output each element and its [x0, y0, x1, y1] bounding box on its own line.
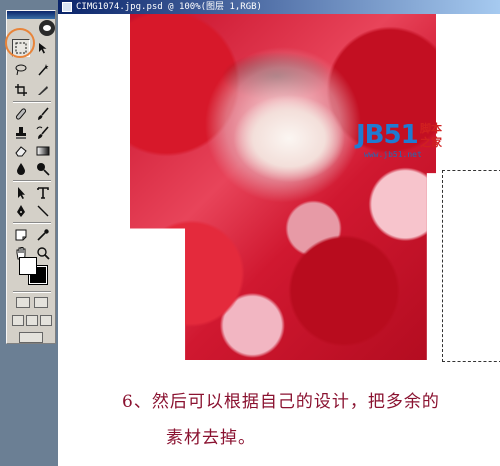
magic-wand-icon — [38, 64, 49, 76]
arrow-icon — [18, 187, 25, 199]
slice-icon — [38, 86, 48, 95]
history-brush-icon — [36, 126, 49, 139]
eraser-tool[interactable] — [12, 142, 30, 160]
watermark-brand: JB51 — [356, 120, 419, 150]
clone-stamp-tool[interactable] — [12, 124, 30, 142]
move-icon — [39, 43, 47, 54]
full-screen-menu-mode-button[interactable] — [26, 315, 38, 326]
notes-icon — [15, 229, 27, 241]
document-title: CIMG1074.jpg.psd @ 100%(图层 1,RGB) — [76, 2, 262, 12]
toolbox-divider — [13, 101, 51, 103]
brush-tool[interactable] — [34, 105, 52, 123]
magic-wand-tool[interactable] — [34, 61, 52, 79]
bandage-icon — [15, 108, 27, 120]
full-screen-mode-button[interactable] — [40, 315, 52, 326]
dodge-icon — [37, 163, 50, 176]
notes-tool[interactable] — [12, 226, 30, 244]
pen-icon — [17, 205, 25, 217]
lasso-icon — [15, 64, 27, 76]
toolbox-divider — [13, 291, 51, 293]
jump-to-imageready-button[interactable] — [19, 332, 43, 343]
crop-icon — [15, 84, 27, 96]
healing-brush-tool[interactable] — [12, 105, 30, 123]
quick-mask-mode-button[interactable] — [34, 297, 48, 308]
pen-tool[interactable] — [12, 202, 30, 220]
watermark-url: www.jb51.net — [364, 150, 422, 159]
drop-icon — [17, 163, 25, 175]
type-tool[interactable] — [34, 184, 52, 202]
zoom-icon — [37, 247, 50, 260]
document-titlebar[interactable]: CIMG1074.jpg.psd @ 100%(图层 1,RGB) — [58, 0, 500, 14]
photoshop-workspace: CIMG1074.jpg.psd @ 100%(图层 1,RGB) JB51 脚… — [0, 0, 500, 466]
eyedropper-icon — [37, 229, 49, 241]
toolbox-titlebar[interactable] — [7, 11, 55, 19]
toolbox-divider — [13, 222, 51, 224]
stamp-icon — [16, 127, 26, 139]
marquee-selection — [442, 170, 500, 362]
photoshop-eye-icon[interactable] — [39, 20, 55, 36]
tutorial-caption: 6、然后可以根据自己的设计，把多余的 素材去掉。 — [122, 384, 500, 456]
toolbox-divider — [13, 180, 51, 182]
standard-mode-button[interactable] — [16, 297, 30, 308]
standard-screen-mode-button[interactable] — [12, 315, 24, 326]
crop-tool[interactable] — [12, 81, 30, 99]
line-tool[interactable] — [34, 202, 52, 220]
dodge-tool[interactable] — [34, 160, 52, 178]
caption-line-2: 素材去掉。 — [166, 428, 256, 448]
foreground-color-swatch[interactable] — [19, 257, 37, 275]
history-brush-tool[interactable] — [34, 124, 52, 142]
caption-line-1: 6、然后可以根据自己的设计，把多余的 — [122, 392, 440, 412]
selected-tool-highlight-circle — [5, 28, 35, 58]
type-icon — [37, 187, 49, 199]
toolbox-panel — [6, 10, 56, 344]
jb51-watermark: JB51 脚本 之家 www.jb51.net — [356, 118, 466, 162]
slice-tool[interactable] — [34, 81, 52, 99]
brush-icon — [38, 107, 49, 120]
document-icon — [62, 2, 72, 12]
lasso-tool[interactable] — [12, 61, 30, 79]
line-icon — [37, 205, 49, 217]
eraser-icon — [15, 146, 27, 157]
blur-tool[interactable] — [12, 160, 30, 178]
gradient-tool[interactable] — [34, 142, 52, 160]
move-tool[interactable] — [34, 39, 52, 57]
eyedropper-tool[interactable] — [34, 226, 52, 244]
gradient-icon — [36, 146, 50, 156]
path-select-tool[interactable] — [12, 184, 30, 202]
watermark-cn-bottom: 之家 — [420, 136, 442, 149]
